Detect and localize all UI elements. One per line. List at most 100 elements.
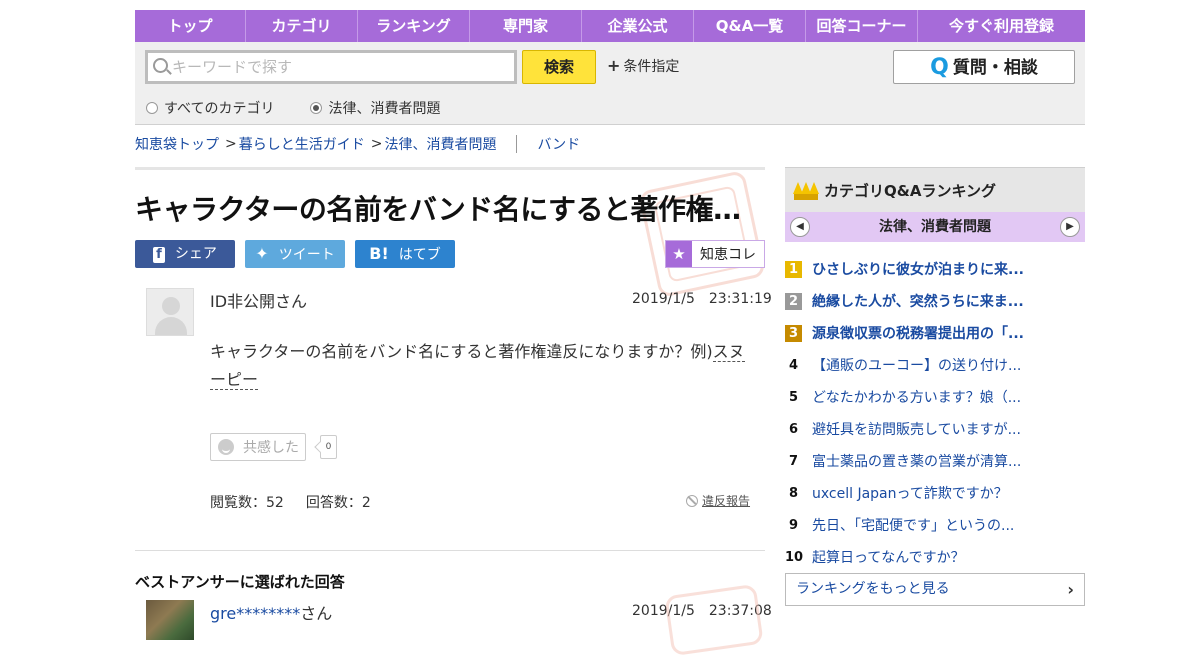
crown-icon bbox=[793, 180, 819, 200]
ranking-item: 3 源泉徴収票の税務署提出用の「... bbox=[785, 317, 1085, 349]
avatar-body-icon bbox=[155, 317, 187, 335]
ranking-item: 7 富士薬品の置き薬の営業が清算... bbox=[785, 445, 1085, 477]
ask-question-label: 質問・相談 bbox=[952, 58, 1038, 78]
question-body: キャラクターの名前をバンド名にすると著作権違反になりますか？例)スヌーピー bbox=[210, 338, 750, 394]
rank-number: 2 bbox=[785, 292, 802, 310]
ranking-item: 10 起算日ってなんですか？ bbox=[785, 541, 1085, 573]
scope-current-option[interactable]: 法律、消費者問題 bbox=[310, 98, 440, 118]
ranking-question-link[interactable]: 絶縁した人が、突然うちに来ま... bbox=[812, 291, 1024, 311]
ranking-title: カテゴリQ&Aランキング bbox=[824, 181, 996, 200]
rank-number: 10 bbox=[785, 549, 804, 565]
search-box[interactable] bbox=[145, 50, 517, 84]
star-icon: ★ bbox=[666, 241, 692, 267]
ranking-item: 2 絶縁した人が、突然うちに来ま... bbox=[785, 285, 1085, 317]
plus-icon: + bbox=[607, 56, 621, 75]
breadcrumb-separator: > bbox=[370, 136, 383, 152]
section-divider bbox=[135, 550, 765, 551]
breadcrumb-divider bbox=[516, 135, 518, 153]
facebook-share-label: シェア bbox=[174, 246, 217, 262]
search-band: 検索 +条件指定 Q質問・相談 すべてのカテゴリ 法律、消費者問題 bbox=[135, 42, 1085, 125]
twitter-share-label: ツイート bbox=[278, 247, 335, 263]
ban-icon bbox=[686, 494, 698, 507]
nav-item[interactable]: 専門家 bbox=[470, 10, 582, 42]
question-author: ID非公開さん bbox=[210, 292, 308, 311]
ranking-item: 4 【通販のユーコー】の送り付け... bbox=[785, 349, 1085, 381]
ranking-category-label: 法律、消費者問題 bbox=[879, 219, 991, 235]
nav-item[interactable]: Q&A一覧 bbox=[694, 10, 806, 42]
chevron-right-icon: › bbox=[1067, 580, 1074, 599]
answer-count: 回答数：2 bbox=[305, 495, 371, 511]
ranking-question-link[interactable]: 起算日ってなんですか？ bbox=[812, 547, 965, 567]
next-arrow-icon[interactable]: ▶ bbox=[1060, 217, 1080, 237]
ranking-list: 1 ひさしぶりに彼女が泊まりに来... 2 絶縁した人が、突然うちに来ま... 3 源泉徴… bbox=[785, 253, 1085, 573]
nav-item[interactable]: 今すぐ利用登録 bbox=[918, 10, 1085, 42]
scope-all-label: すべてのカテゴリ bbox=[164, 101, 275, 117]
question-body-text: キャラクターの名前をバンド名にすると著作権違反になりますか？例) bbox=[210, 342, 713, 361]
facebook-share-button[interactable]: f シェア bbox=[135, 240, 235, 268]
prev-arrow-icon[interactable]: ◀ bbox=[790, 217, 810, 237]
ranking-question-link[interactable]: uxcell Japanって詐欺ですか？ bbox=[812, 483, 1008, 503]
search-input[interactable] bbox=[172, 55, 502, 79]
rank-number: 6 bbox=[788, 421, 799, 437]
condition-toggle[interactable]: + 条件指定 bbox=[607, 56, 679, 76]
nav-item[interactable]: 回答コーナー bbox=[806, 10, 918, 42]
nav-item[interactable]: トップ bbox=[135, 10, 246, 42]
ranking-item: 5 どなたかわかる方います？娘（... bbox=[785, 381, 1085, 413]
scope-all-option[interactable]: すべてのカテゴリ bbox=[146, 98, 274, 118]
ranking-item: 9 先日、「宅配便です」というの... bbox=[785, 509, 1085, 541]
ranking-question-link[interactable]: 【通販のユーコー】の送り付け... bbox=[812, 355, 1021, 375]
ranking-question-link[interactable]: どなたかわかる方います？娘（... bbox=[812, 387, 1021, 407]
twitter-bird-icon: ✦ bbox=[255, 244, 269, 263]
rank-number: 1 bbox=[785, 260, 802, 278]
ranking-question-link[interactable]: 先日、「宅配便です」というの... bbox=[812, 515, 1014, 535]
hatena-share-button[interactable]: B! はてブ bbox=[355, 240, 455, 268]
smile-icon bbox=[218, 439, 234, 455]
nav-item[interactable]: 企業公式 bbox=[582, 10, 694, 42]
questioner-avatar bbox=[146, 288, 194, 336]
ranking-item: 8 uxcell Japanって詐欺ですか？ bbox=[785, 477, 1085, 509]
ranking-question-link[interactable]: ひさしぶりに彼女が泊まりに来... bbox=[812, 259, 1024, 279]
breadcrumb-tag[interactable]: バンド bbox=[537, 134, 580, 154]
radio-checked[interactable] bbox=[310, 102, 323, 114]
scope-current-label: 法律、消費者問題 bbox=[328, 101, 441, 117]
empathy-button[interactable]: 共感した bbox=[210, 433, 306, 461]
hatena-share-label: はてブ bbox=[398, 247, 441, 263]
content-top-rule bbox=[135, 167, 765, 170]
rank-number: 7 bbox=[788, 453, 799, 469]
breadcrumb-level2[interactable]: 法律、消費者問題 bbox=[384, 134, 496, 154]
ranking-question-link[interactable]: 源泉徴収票の税務署提出用の「... bbox=[812, 323, 1024, 343]
report-link[interactable]: 違反報告 bbox=[686, 492, 750, 509]
empathy-label: 共感した bbox=[243, 440, 299, 456]
nav-item[interactable]: ランキング bbox=[358, 10, 470, 42]
answerer-avatar bbox=[146, 600, 194, 640]
twitter-share-button[interactable]: ✦ ツイート bbox=[245, 240, 345, 268]
breadcrumb-top[interactable]: 知恵袋トップ bbox=[135, 134, 219, 154]
empathy-count: 0 bbox=[320, 435, 337, 459]
best-answer-heading: ベストアンサーに選ばれた回答 bbox=[135, 573, 345, 591]
search-button[interactable]: 検索 bbox=[522, 50, 596, 84]
global-nav: トップ カテゴリ ランキング 専門家 企業公式 Q&A一覧 回答コーナー 今すぐ利用登録 bbox=[135, 10, 1085, 42]
ranking-question-link[interactable]: 避妊具を訪問販売していますが... bbox=[812, 419, 1021, 439]
rank-number: 3 bbox=[785, 324, 802, 342]
breadcrumb-level1[interactable]: 暮らしと生活ガイド bbox=[239, 134, 365, 154]
chie-collection-button[interactable]: ★ 知恵コレ bbox=[665, 240, 765, 268]
rank-number: 5 bbox=[788, 389, 799, 405]
answer-author: gre********さん bbox=[210, 600, 332, 624]
radio-unchecked[interactable] bbox=[146, 102, 158, 114]
rank-number: 9 bbox=[788, 517, 799, 533]
watermark-stamp bbox=[664, 583, 764, 656]
nav-item[interactable]: カテゴリ bbox=[246, 10, 358, 42]
ranking-question-link[interactable]: 富士薬品の置き薬の営業が清算... bbox=[812, 451, 1021, 471]
answer-author-link[interactable]: gre******** bbox=[210, 604, 300, 623]
question-date: 2019/1/5 23:31:19 bbox=[632, 291, 772, 307]
rank-number: 8 bbox=[788, 485, 799, 501]
question-title: キャラクターの名前をバンド名にすると著作権… bbox=[135, 193, 741, 226]
ranking-category-bar: ◀ 法律、消費者問題 ▶ bbox=[785, 212, 1085, 242]
more-ranking-label[interactable]: ランキングをもっと見る bbox=[796, 581, 950, 597]
ask-question-button[interactable]: Q 質問・相談 bbox=[893, 50, 1075, 84]
more-ranking-button[interactable]: ランキングをもっと見る › bbox=[785, 573, 1085, 606]
view-count: 閲覧数：52 bbox=[210, 495, 284, 511]
ranking-item: 1 ひさしぶりに彼女が泊まりに来... bbox=[785, 253, 1085, 285]
report-label[interactable]: 違反報告 bbox=[702, 492, 750, 509]
answer-author-suffix: さん bbox=[300, 604, 333, 623]
